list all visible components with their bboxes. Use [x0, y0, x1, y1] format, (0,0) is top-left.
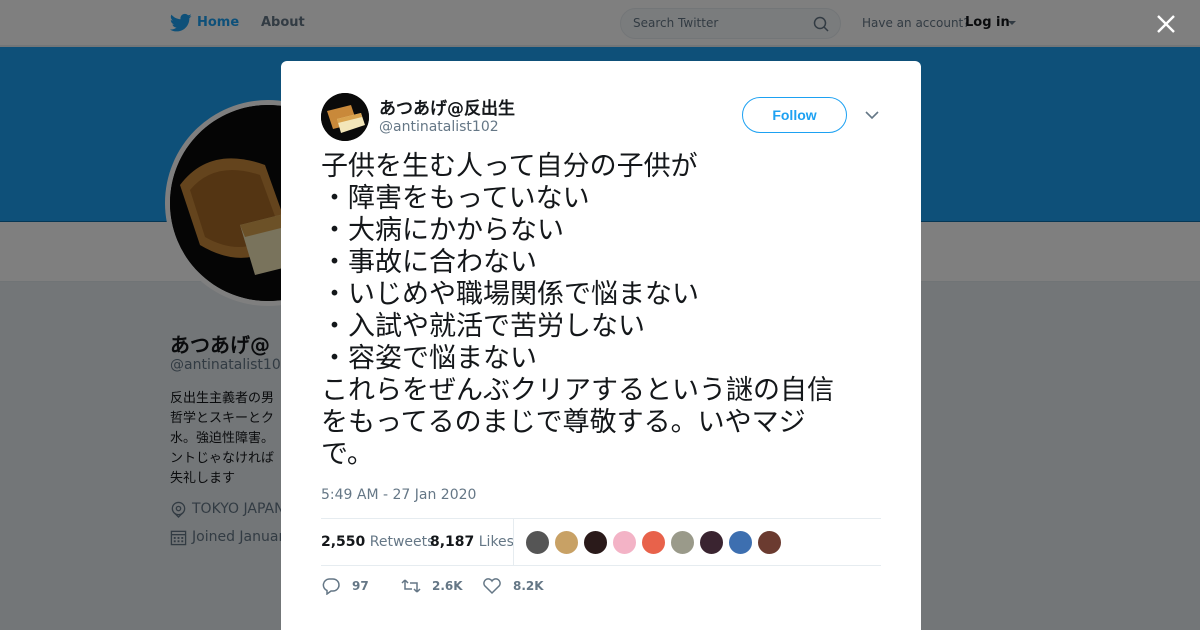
author-handle[interactable]: @antinatalist102 [379, 119, 499, 135]
retweets-label: Retweets [369, 534, 435, 550]
tweet-text-line: ・いじめや職場関係で悩まない [321, 279, 699, 310]
close-icon[interactable] [1154, 12, 1178, 36]
tweet-timestamp[interactable]: 5:49 AM - 27 Jan 2020 [321, 487, 476, 503]
stats-divider [513, 519, 514, 566]
likes-stat[interactable]: 8,187 Likes [430, 534, 514, 550]
liker-avatar[interactable] [670, 530, 695, 555]
tweet-text-line: ・大病にかからない [321, 215, 564, 246]
chevron-down-icon[interactable] [865, 110, 879, 120]
tweet-text-line: をもってるのまじで尊敬する。いやマジ [321, 407, 806, 438]
liker-avatar[interactable] [612, 530, 637, 555]
retweet-icon [401, 579, 421, 593]
liker-avatar[interactable] [699, 530, 724, 555]
liker-avatar[interactable] [641, 530, 666, 555]
liker-avatar[interactable] [525, 530, 550, 555]
reply-count: 97 [352, 579, 369, 593]
fried-tofu-image [321, 93, 369, 141]
author-avatar[interactable] [321, 93, 369, 141]
tweet-text-line: ・障害をもっていない [321, 183, 590, 214]
reply-icon [322, 578, 340, 595]
tweet-text-line: ・事故に合わない [321, 247, 537, 278]
retweets-count: 2,550 [321, 534, 366, 550]
tweet-text-line: ・入試や就活で苦労しない [321, 311, 645, 342]
tweet-text-line: で。 [321, 439, 374, 470]
liker-avatar[interactable] [554, 530, 579, 555]
liker-avatar[interactable] [583, 530, 608, 555]
likes-count: 8,187 [430, 534, 475, 550]
likes-label: Likes [478, 534, 514, 550]
tweet-text: 子供を生む人って自分の子供が ・障害をもっていない ・大病にかからない ・事故に… [321, 151, 881, 471]
tweet-text-line: 子供を生む人って自分の子供が [321, 151, 698, 182]
tweet-modal: あつあげ@反出生 @antinatalist102 Follow 子供を生む人っ… [281, 61, 921, 630]
follow-button[interactable]: Follow [742, 97, 847, 133]
author-name[interactable]: あつあげ@反出生 [379, 94, 515, 119]
liker-avatar[interactable] [757, 530, 782, 555]
liker-avatar[interactable] [728, 530, 753, 555]
tweet-text-line: これらをぜんぶクリアするという謎の自信 [321, 375, 834, 406]
tweet-actions: 97 2.6K 8.2K [321, 577, 881, 597]
tweet-stats: 2,550 Retweets 8,187 Likes [321, 518, 881, 566]
retweets-stat[interactable]: 2,550 Retweets [321, 534, 434, 550]
tweet-text-line: ・容姿で悩まない [321, 343, 537, 374]
like-count: 8.2K [513, 579, 544, 593]
heart-icon [483, 578, 501, 595]
retweet-count: 2.6K [432, 579, 463, 593]
